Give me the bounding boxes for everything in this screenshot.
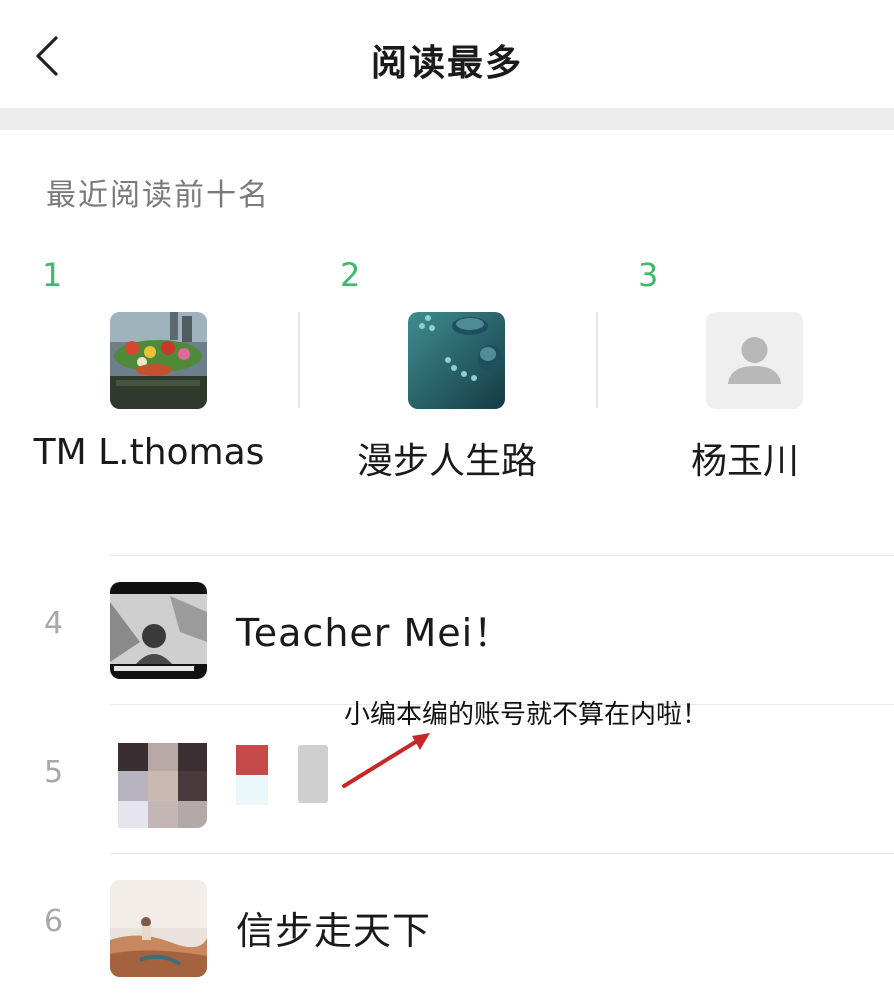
rank-number: 2 <box>340 256 361 294</box>
list-item-6[interactable]: 6 信步走天下 <box>0 854 894 1002</box>
avatar <box>110 312 207 409</box>
rank-number: 1 <box>42 256 63 294</box>
avatar <box>110 880 207 977</box>
top-item-name: 杨玉川 <box>690 441 799 482</box>
pixelated-avatar <box>110 731 207 828</box>
annotation-arrow-icon <box>342 733 430 788</box>
default-person-icon <box>706 312 803 409</box>
top-three: 1 TM L.thomas 2 漫步人生路 3 杨玉川 <box>0 256 894 496</box>
rank-number: 3 <box>638 256 659 294</box>
rank-number: 4 <box>44 606 64 641</box>
top-item-1[interactable]: 1 TM L.thomas <box>0 256 298 496</box>
list-item-name: 信步走天下 <box>236 909 432 953</box>
avatar <box>110 582 207 679</box>
column-divider <box>596 312 598 408</box>
rank-number: 5 <box>44 755 64 790</box>
avatar <box>706 312 803 409</box>
section-label: 最近阅读前十名 <box>46 178 270 213</box>
rank-number: 6 <box>44 904 64 939</box>
top-item-name: 漫步人生路 <box>356 441 537 482</box>
list-item-name: Teacher Mei！ <box>236 611 513 655</box>
top-item-3[interactable]: 3 杨玉川 <box>596 256 894 496</box>
redacted-name-block <box>236 745 336 805</box>
avatar <box>408 312 505 409</box>
navigation-bar: 阅读最多 <box>0 0 894 108</box>
top-item-2[interactable]: 2 漫步人生路 <box>298 256 596 496</box>
page-title: 阅读最多 <box>370 43 523 84</box>
list-item-4[interactable]: 4 Teacher Mei！ <box>0 556 894 704</box>
top-item-name: TM L.thomas <box>33 432 265 473</box>
column-divider <box>298 312 300 408</box>
section-separator <box>0 108 894 130</box>
